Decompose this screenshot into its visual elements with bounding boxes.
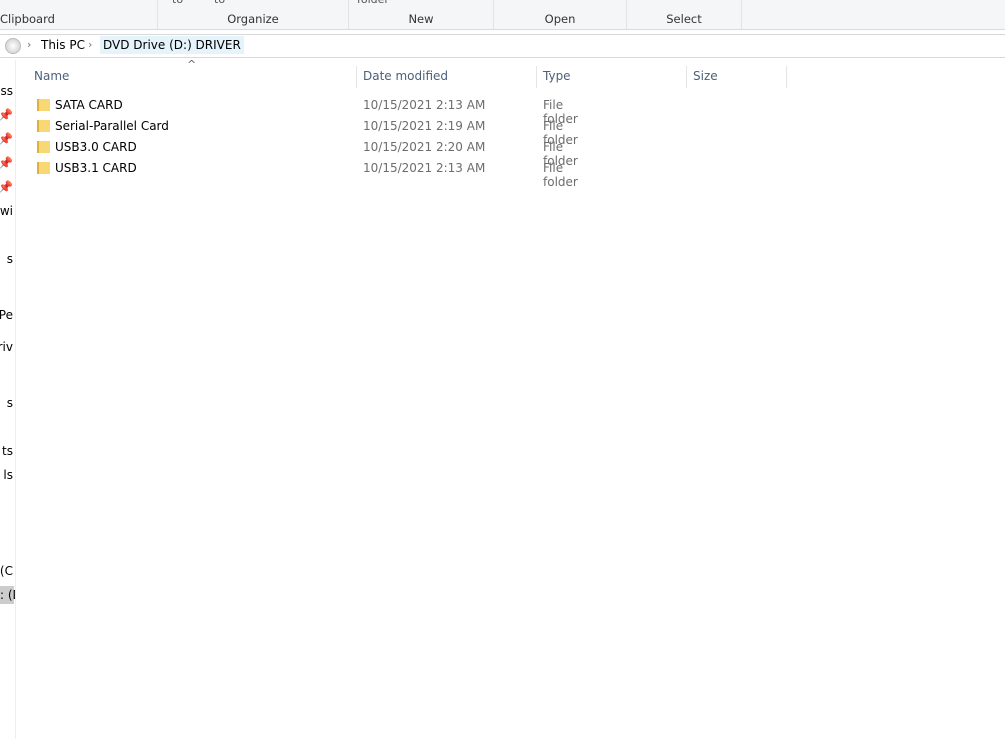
file-name: USB3.1 CARD (55, 161, 137, 175)
column-header-date[interactable]: Date modified (357, 66, 537, 88)
chevron-right-icon[interactable]: › (27, 38, 31, 51)
column-label: Date modified (363, 69, 449, 83)
column-header-type[interactable]: Type (537, 66, 687, 88)
nav-item-dvd-drive[interactable]: : (D (0, 586, 15, 604)
pin-icon: 📌 (0, 180, 13, 194)
folder-icon (37, 162, 50, 174)
column-header-size[interactable]: Size (687, 66, 787, 88)
nav-item[interactable]: ts (2, 444, 13, 458)
new-folder-button[interactable]: folder (357, 0, 389, 6)
navigation-pane: ss 📌 📌 📌 📌 ewi s Pe riv s ts ls : (C : (… (0, 60, 16, 739)
file-date: 10/15/2021 2:20 AM (363, 140, 486, 154)
group-label: Select (666, 12, 702, 26)
file-row[interactable]: SATA CARD 10/15/2021 2:13 AM File folder (30, 95, 590, 126)
group-label: Open (544, 12, 576, 26)
column-label: Size (693, 69, 718, 83)
ribbon-group-open: Open (494, 0, 627, 29)
file-date: 10/15/2021 2:19 AM (363, 119, 486, 133)
file-name: USB3.0 CARD (55, 140, 137, 154)
file-name: SATA CARD (55, 98, 123, 112)
column-label: Type (543, 69, 571, 83)
nav-item[interactable]: ewi (0, 204, 13, 218)
nav-item[interactable]: ss (0, 84, 13, 98)
file-row[interactable]: USB3.1 CARD 10/15/2021 2:13 AM File fold… (30, 158, 590, 189)
address-bar[interactable]: › This PC › DVD Drive (D:) DRIVER (0, 34, 1005, 58)
nav-item[interactable]: s (7, 396, 13, 410)
pin-icon: 📌 (0, 156, 13, 170)
group-label: Clipboard (0, 12, 55, 26)
file-row[interactable]: Serial-Parallel Card 10/15/2021 2:19 AM … (30, 116, 590, 147)
column-label: Name (34, 69, 70, 83)
file-row[interactable]: USB3.0 CARD 10/15/2021 2:20 AM File fold… (30, 137, 590, 168)
file-type: File folder (543, 161, 578, 189)
column-header-name[interactable]: Name (28, 66, 357, 88)
folder-icon (37, 141, 50, 153)
nav-item[interactable]: Pe (0, 308, 13, 322)
file-name: Serial-Parallel Card (55, 119, 169, 133)
group-label: New (408, 12, 434, 26)
nav-item[interactable]: s (7, 252, 13, 266)
ribbon: Clipboard to to Organize folder New Open… (0, 0, 1005, 30)
folder-icon (37, 99, 50, 111)
file-date: 10/15/2021 2:13 AM (363, 161, 486, 175)
folder-icon (37, 120, 50, 132)
copy-to-button[interactable]: to (214, 0, 225, 6)
nav-item-local-disk[interactable]: : (C (0, 564, 13, 578)
breadcrumb-this-pc[interactable]: This PC (41, 38, 85, 52)
nav-item[interactable]: ls (3, 468, 13, 482)
ribbon-group-select: Select (627, 0, 742, 29)
chevron-right-icon[interactable]: › (88, 38, 92, 51)
move-to-button[interactable]: to (172, 0, 183, 6)
file-date: 10/15/2021 2:13 AM (363, 98, 486, 112)
ribbon-group-clipboard: Clipboard (0, 0, 158, 29)
breadcrumb-dvd-drive[interactable]: DVD Drive (D:) DRIVER (100, 36, 244, 54)
group-label: Organize (227, 12, 279, 26)
pin-icon: 📌 (0, 132, 13, 146)
dvd-drive-icon (5, 38, 21, 54)
pin-icon: 📌 (0, 108, 13, 122)
nav-item[interactable]: riv (0, 340, 13, 354)
ribbon-group-new: folder New (349, 0, 494, 29)
ribbon-group-organize: to to Organize (158, 0, 349, 29)
